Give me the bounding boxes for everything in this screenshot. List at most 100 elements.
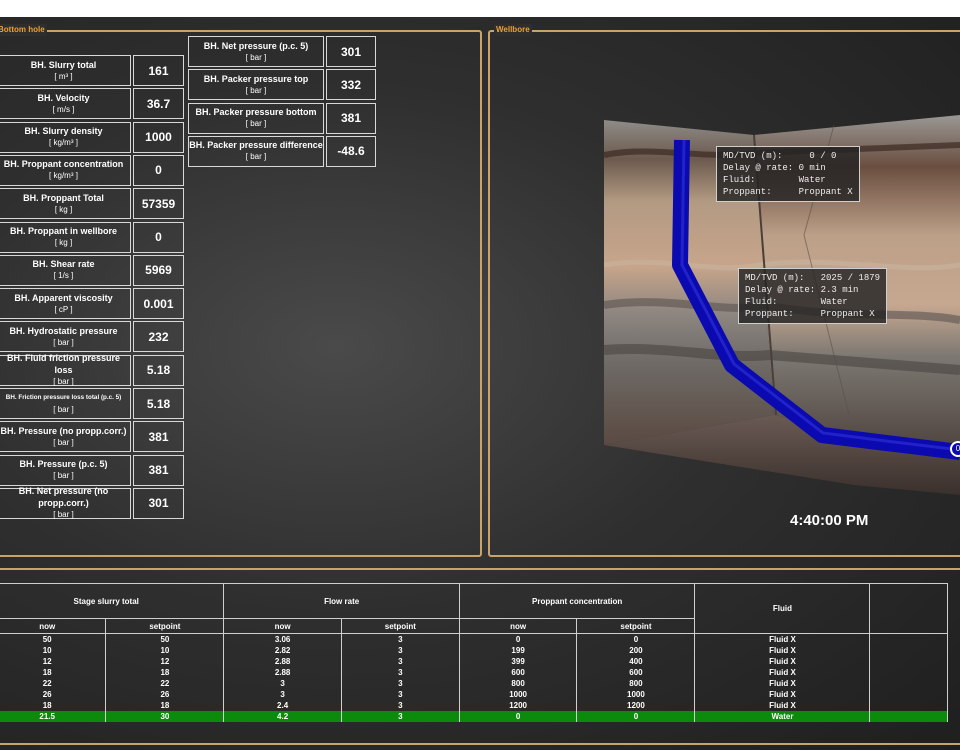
table-cell-flow-now: 2.88 <box>223 667 342 678</box>
metric-name: BH. Packer pressure difference <box>189 140 323 151</box>
table-cell-fluid: Fluid X <box>694 645 871 656</box>
header-flow-rate[interactable]: Flow rate <box>223 583 460 619</box>
app-window: Bottom hole BH. Slurry total[ m³ ] 161 BH.… <box>0 17 960 750</box>
metric-label: BH. Hydrostatic pressure[ bar ] <box>0 321 131 353</box>
table-cell-flow-now: 4.2 <box>223 711 342 722</box>
metric-cell: BH. Fluid friction pressure loss[ bar ] 5… <box>0 353 184 387</box>
metric-cell: BH. Slurry total[ m³ ] 161 <box>0 55 184 86</box>
metric-label: BH. Shear rate[ 1/s ] <box>0 254 131 286</box>
metric-unit: [ bar ] <box>245 119 267 129</box>
table-row[interactable]: 10 10 2.82 3 199 200 Fluid X <box>0 645 948 656</box>
metric-cell: BH. Packer pressure difference[ bar ] -48… <box>188 135 376 167</box>
table-cell-extra <box>869 667 948 678</box>
metric-name: BH. Packer pressure bottom <box>195 107 317 118</box>
table-cell-extra <box>869 656 948 667</box>
table-cell-extra <box>869 689 948 700</box>
table-cell-prop-now: 1000 <box>458 689 578 700</box>
table-cell-slurry-set: 30 <box>105 711 225 722</box>
metric-unit: [ bar ] <box>53 510 74 520</box>
metric-cell: BH. Proppant Total[ kg ] 57359 <box>0 188 184 220</box>
table-cell-fluid: Fluid X <box>694 667 871 678</box>
metric-label: BH. Slurry density[ kg/m³ ] <box>0 121 131 153</box>
table-row[interactable]: 18 18 2.88 3 600 600 Fluid X <box>0 667 948 678</box>
metric-name: BH. Proppant concentration <box>3 159 124 170</box>
metric-name: BH. Pressure (no propp.corr.) <box>0 425 127 436</box>
table-cell-flow-set: 3 <box>340 678 460 689</box>
metric-value: 0 <box>133 221 184 253</box>
table-cell-slurry-set: 22 <box>105 678 225 689</box>
table-cell-prop-set: 400 <box>576 656 696 667</box>
table-cell-prop-set: 1200 <box>576 700 696 711</box>
table-cell-extra <box>869 700 948 711</box>
table-cell-prop-set: 600 <box>576 667 696 678</box>
table-cell-slurry-set: 18 <box>105 700 225 711</box>
table-cell-prop-set: 800 <box>576 678 696 689</box>
header-fluid[interactable]: Fluid <box>694 583 871 634</box>
table-cell-slurry-set: 10 <box>105 645 225 656</box>
table-cell-flow-now: 2.88 <box>223 656 342 667</box>
metric-value: 381 <box>133 454 184 486</box>
table-cell-slurry-now: 50 <box>0 633 107 645</box>
table-cell-flow-now: 2.4 <box>223 700 342 711</box>
metric-value: 0.001 <box>133 288 184 320</box>
table-cell-slurry-now: 21.5 <box>0 711 107 722</box>
table-cell-prop-set: 200 <box>576 645 696 656</box>
table-cell-prop-now: 399 <box>458 656 578 667</box>
header-proppant-concentration[interactable]: Proppant concentration <box>458 583 696 619</box>
table-cell-flow-set: 3 <box>340 700 460 711</box>
table-cell-prop-set: 1000 <box>576 689 696 700</box>
table-row[interactable]: 26 26 3 3 1000 1000 Fluid X <box>0 689 948 700</box>
metric-name: BH. Hydrostatic pressure <box>9 325 118 336</box>
metric-cell: BH. Packer pressure top[ bar ] 332 <box>188 69 376 101</box>
marker-label: 0 <box>955 444 960 453</box>
table-cell-flow-set: 3 <box>340 656 460 667</box>
table-cell-flow-set: 3 <box>340 711 460 722</box>
wellbore-depth-marker[interactable]: 0 <box>950 441 960 457</box>
table-row[interactable]: 50 50 3.06 3 0 0 Fluid X <box>0 633 948 645</box>
table-cell-prop-now: 0 <box>458 711 578 722</box>
metric-name: BH. Velocity <box>37 92 90 103</box>
subheader-now: now <box>223 618 342 634</box>
metric-label: BH. Velocity[ m/s ] <box>0 88 131 120</box>
subheader-now: now <box>458 618 578 634</box>
metric-label: BH. Packer pressure bottom[ bar ] <box>188 102 324 134</box>
metric-value: 381 <box>326 102 376 134</box>
metric-unit: [ kg ] <box>54 204 73 214</box>
table-row[interactable]: 21.5 30 4.2 3 0 0 Water <box>0 711 948 722</box>
table-cell-slurry-now: 22 <box>0 678 107 689</box>
metric-unit: [ bar ] <box>53 377 74 387</box>
metric-name: BH. Shear rate <box>32 259 95 270</box>
subheader-now: now <box>0 618 107 634</box>
metric-label: BH. Slurry total[ m³ ] <box>0 55 131 86</box>
metric-label: BH. Pressure (no propp.corr.)[ bar ] <box>0 421 131 453</box>
metric-name: BH. Slurry density <box>24 126 103 137</box>
metric-value: 1000 <box>133 121 184 153</box>
table-row[interactable]: 18 18 2.4 3 1200 1200 Fluid X <box>0 700 948 711</box>
table-cell-extra <box>869 678 948 689</box>
metric-name: BH. Proppant Total <box>23 192 104 203</box>
table-cell-slurry-now: 26 <box>0 689 107 700</box>
metric-cell: BH. Velocity[ m/s ] 36.7 <box>0 88 184 120</box>
table-row[interactable]: 12 12 2.88 3 399 400 Fluid X <box>0 656 948 667</box>
table-cell-prop-now: 600 <box>458 667 578 678</box>
table-cell-flow-now: 3 <box>223 689 342 700</box>
table-cell-prop-now: 0 <box>458 633 578 645</box>
table-cell-flow-now: 2.82 <box>223 645 342 656</box>
table-cell-flow-now: 3.06 <box>223 633 342 645</box>
metric-unit: [ 1/s ] <box>53 271 74 281</box>
table-cell-slurry-set: 50 <box>105 633 225 645</box>
table-row[interactable]: 22 22 3 3 800 800 Fluid X <box>0 678 948 689</box>
header-stage-slurry-total[interactable]: Stage slurry total <box>0 583 225 619</box>
metric-value: 5.18 <box>133 388 184 419</box>
metric-label: BH. Proppant in wellbore [ kg ] <box>0 221 131 253</box>
metric-label: BH. Friction pressure loss total (p.c. 5… <box>0 388 131 419</box>
metric-unit: [ bar ] <box>53 337 74 347</box>
table-cell-slurry-now: 18 <box>0 667 107 678</box>
metric-unit: [ kg/m³ ] <box>49 171 78 181</box>
table-cell-prop-now: 800 <box>458 678 578 689</box>
metric-value: 0 <box>133 154 184 186</box>
metric-name: BH. Packer pressure top <box>203 73 309 84</box>
header-extra <box>869 583 948 634</box>
table-cell-slurry-now: 10 <box>0 645 107 656</box>
metric-label: BH. Proppant concentration[ kg/m³ ] <box>0 154 131 186</box>
